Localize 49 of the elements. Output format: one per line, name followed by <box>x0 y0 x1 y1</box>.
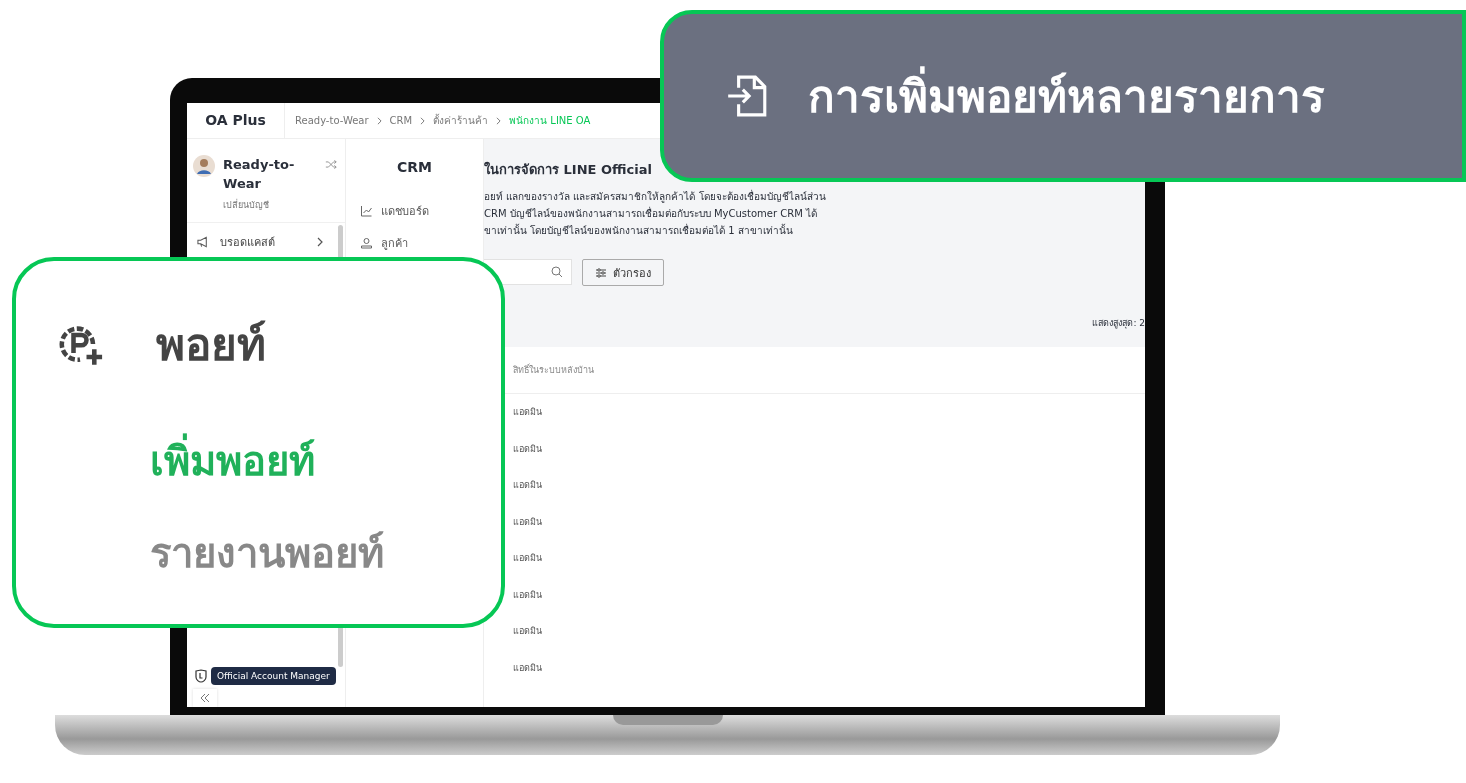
collapse-button[interactable] <box>193 689 217 707</box>
table-cell-text: แอดมิน <box>513 479 542 493</box>
description-text: ขาเท่านั้น โดยบัญชีไลน์ของพนักงานสามารถเชื่อมต่อได้ 1 สาขาเท่านั้น <box>484 222 794 238</box>
table-cell-text: แอดมิน <box>513 515 542 529</box>
tooltip: Official Account Manager <box>211 667 336 685</box>
submenu-item[interactable]: แดชบอร์ด <box>346 201 483 221</box>
chevron-right-icon <box>496 116 502 125</box>
menu-item[interactable]: รายงานพอยท์ <box>150 521 384 585</box>
avatar-icon <box>193 155 215 177</box>
chevron-right-icon <box>376 116 382 125</box>
callout-label: การเพิ่มพอยท์หลายรายการ <box>808 61 1325 131</box>
table-cell-text: แอดมิน <box>513 406 542 420</box>
megaphone-icon <box>197 236 210 248</box>
user-icon <box>360 237 373 249</box>
line-chart-icon <box>360 205 373 217</box>
breadcrumb-link[interactable]: CRM <box>389 115 413 126</box>
shield-icon[interactable] <box>195 669 207 683</box>
submenu-item-label: ลูกค้า <box>381 236 408 252</box>
description-text: CRM บัญชีไลน์ของพนักงานสามารถเชื่อมต่อกับระบบ MyCustomer CRM ได้ <box>484 205 818 221</box>
description-text: อยท์ แลกของรางวัล และสมัครสมาชิกให้ลูกค้าได้ โดยจะต้องเชื่อมบัญชีไลน์ส่วน <box>484 188 827 205</box>
search-field[interactable] <box>484 259 572 285</box>
switch-account-link[interactable]: เปลี่ยนบัญชี <box>223 198 269 212</box>
submenu-title: CRM <box>396 159 433 175</box>
chevron-right-icon <box>420 116 426 125</box>
page-title: ในการจัดการ LINE Official <box>484 160 652 179</box>
app-logo: OA Plus <box>187 103 285 138</box>
search-icon <box>551 266 563 278</box>
table-cell-text: แอดมิน <box>513 625 542 639</box>
menu-heading: พอยท์ <box>156 318 266 372</box>
sliders-icon <box>595 266 607 279</box>
shuffle-icon[interactable] <box>325 159 337 170</box>
table-cell-text: แอดมิน <box>513 588 542 602</box>
breadcrumb-link[interactable]: Ready-to-Wear <box>295 115 369 126</box>
table-cell-text: แอดมิน <box>513 442 542 456</box>
sidebar-item-label: บรอดแคสต์ <box>220 235 276 251</box>
column-header: สิทธิ์ในระบบหลังบ้าน <box>513 363 594 377</box>
file-import-icon <box>726 73 768 119</box>
chevron-right-icon <box>317 237 323 247</box>
filter-button[interactable]: ตัวกรอง <box>582 259 664 286</box>
menu-item[interactable]: เพิ่มพอยท์ <box>150 429 315 493</box>
submenu-item-label: แดชบอร์ด <box>381 204 429 220</box>
double-chevron-left-icon <box>200 693 210 703</box>
max-display-label: แสดงสูงสุด: 2 <box>1092 317 1145 330</box>
account-name: Ready-to-Wear <box>223 156 296 193</box>
breadcrumb-link[interactable]: ตั้งค่าร้านค้า <box>433 113 489 128</box>
sidebar-item[interactable]: บรอดแคสต์ <box>187 227 345 257</box>
submenu-item[interactable]: ลูกค้า <box>346 233 483 253</box>
table-cell-text: แอดมิน <box>513 661 542 675</box>
table-cell-text: แอดมิน <box>513 552 542 566</box>
